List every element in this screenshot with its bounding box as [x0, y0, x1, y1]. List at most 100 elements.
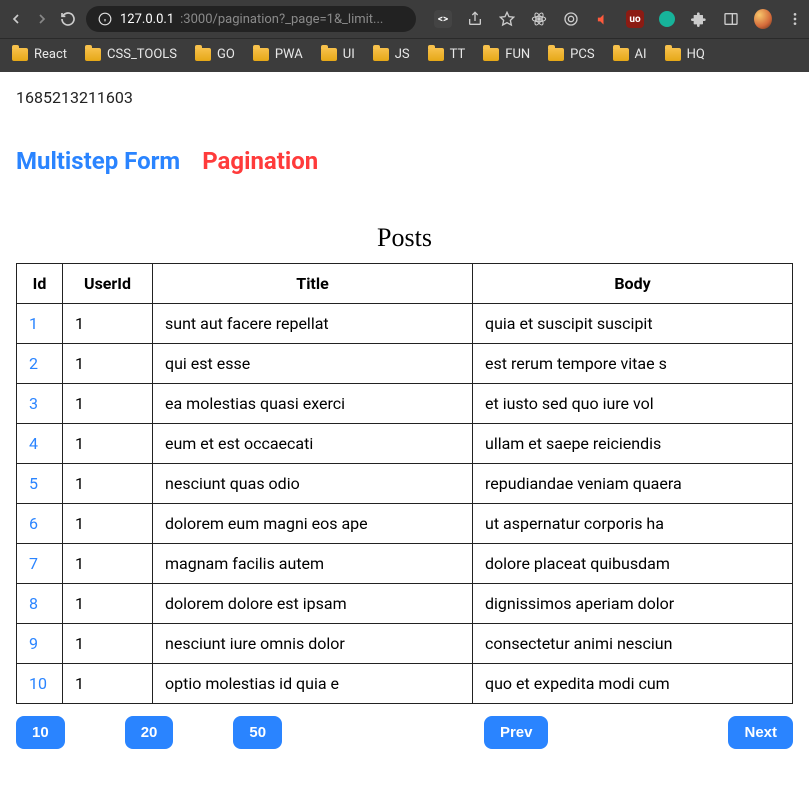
- cell-userid: 1: [63, 384, 153, 424]
- bookmark-item[interactable]: AI: [613, 47, 647, 62]
- posts-table: Id UserId Title Body 11sunt aut facere r…: [16, 263, 793, 704]
- teal-ext-icon[interactable]: [658, 10, 676, 28]
- cell-title: sunt aut facere repellat: [153, 304, 473, 344]
- cell-title: magnam facilis autem: [153, 544, 473, 584]
- next-button[interactable]: Next: [728, 716, 793, 749]
- folder-icon: [373, 48, 389, 61]
- cell-id: 8: [17, 584, 63, 624]
- cell-title: qui est esse: [153, 344, 473, 384]
- table-row: 11sunt aut facere repellatquia et suscip…: [17, 304, 793, 344]
- bookmark-label: React: [34, 47, 67, 62]
- react-devtools-icon[interactable]: [530, 10, 548, 28]
- cell-userid: 1: [63, 424, 153, 464]
- cell-body: ut aspernatur corporis ha: [473, 504, 793, 544]
- cell-body: quo et expedita modi cum: [473, 664, 793, 704]
- cell-id: 6: [17, 504, 63, 544]
- nav-pagination-link[interactable]: Pagination: [202, 147, 318, 175]
- bookmark-item[interactable]: CSS_TOOLS: [85, 47, 177, 62]
- bookmark-label: PWA: [275, 47, 303, 62]
- cell-title: ea molestias quasi exerci: [153, 384, 473, 424]
- profile-avatar[interactable]: [754, 10, 772, 28]
- folder-icon: [428, 48, 444, 61]
- table-row: 31ea molestias quasi exerciet iusto sed …: [17, 384, 793, 424]
- table-row: 81dolorem dolore est ipsamdignissimos ap…: [17, 584, 793, 624]
- page-content: 1685213211603 Multistep Form Pagination …: [0, 72, 809, 765]
- reload-icon[interactable]: [60, 10, 76, 28]
- devtools-icon[interactable]: <>: [434, 10, 452, 28]
- address-bar[interactable]: 127.0.0.1:3000/pagination?_page=1&_limit…: [86, 6, 416, 32]
- pagination-controls: 10 20 50 Prev Next: [16, 716, 793, 749]
- cell-id: 9: [17, 624, 63, 664]
- col-body: Body: [473, 264, 793, 304]
- toolbar-actions: <> uo: [434, 10, 804, 28]
- folder-icon: [665, 48, 681, 61]
- share-icon[interactable]: [466, 10, 484, 28]
- prev-button[interactable]: Prev: [484, 716, 549, 749]
- bookmark-label: TT: [450, 47, 466, 62]
- folder-icon: [195, 48, 211, 61]
- table-row: 41eum et est occaecatiullam et saepe rei…: [17, 424, 793, 464]
- folder-icon: [483, 48, 499, 61]
- bookmark-item[interactable]: JS: [373, 47, 410, 62]
- cell-title: eum et est occaecati: [153, 424, 473, 464]
- table-row: 91nesciunt iure omnis dolorconsectetur a…: [17, 624, 793, 664]
- cell-id: 5: [17, 464, 63, 504]
- cell-userid: 1: [63, 664, 153, 704]
- bookmark-item[interactable]: PWA: [253, 47, 303, 62]
- limit-10-button[interactable]: 10: [16, 716, 65, 749]
- cell-id: 10: [17, 664, 63, 704]
- cell-body: est rerum tempore vitae s: [473, 344, 793, 384]
- bookmark-label: HQ: [687, 47, 705, 62]
- cell-title: nesciunt quas odio: [153, 464, 473, 504]
- circle-ext-icon[interactable]: [562, 10, 580, 28]
- cell-body: quia et suscipit suscipit: [473, 304, 793, 344]
- sound-ext-icon[interactable]: [594, 10, 612, 28]
- bookmarks-bar: React CSS_TOOLS GO PWA UI JS TT FUN PCS …: [0, 38, 809, 72]
- back-icon[interactable]: [8, 10, 24, 28]
- limit-20-button[interactable]: 20: [125, 716, 174, 749]
- cell-id: 1: [17, 304, 63, 344]
- bookmark-item[interactable]: GO: [195, 47, 235, 62]
- col-title: Title: [153, 264, 473, 304]
- url-path: :3000/pagination?_page=1&_limit...: [180, 12, 383, 27]
- info-icon: [96, 10, 114, 28]
- bookmark-item[interactable]: HQ: [665, 47, 705, 62]
- star-icon[interactable]: [498, 10, 516, 28]
- page-nav: Multistep Form Pagination: [16, 147, 793, 175]
- nav-multistep-link[interactable]: Multistep Form: [16, 147, 180, 175]
- table-header-row: Id UserId Title Body: [17, 264, 793, 304]
- ublock-icon[interactable]: uo: [626, 10, 644, 28]
- cell-title: dolorem dolore est ipsam: [153, 584, 473, 624]
- cell-body: dignissimos aperiam dolor: [473, 584, 793, 624]
- col-id: Id: [17, 264, 63, 304]
- cell-userid: 1: [63, 344, 153, 384]
- cell-id: 3: [17, 384, 63, 424]
- table-title: Posts: [16, 223, 793, 253]
- bookmark-label: UI: [343, 47, 355, 62]
- timestamp-text: 1685213211603: [16, 88, 793, 107]
- bookmark-item[interactable]: TT: [428, 47, 466, 62]
- menu-icon[interactable]: [786, 10, 804, 28]
- bookmark-label: CSS_TOOLS: [107, 47, 177, 62]
- forward-icon[interactable]: [34, 10, 50, 28]
- bookmark-item[interactable]: React: [12, 47, 67, 62]
- bookmark-item[interactable]: FUN: [483, 47, 530, 62]
- folder-icon: [548, 48, 564, 61]
- extensions-icon[interactable]: [690, 10, 708, 28]
- folder-icon: [253, 48, 269, 61]
- table-row: 51nesciunt quas odiorepudiandae veniam q…: [17, 464, 793, 504]
- cell-userid: 1: [63, 464, 153, 504]
- limit-50-button[interactable]: 50: [233, 716, 282, 749]
- cell-body: ullam et saepe reiciendis: [473, 424, 793, 464]
- cell-userid: 1: [63, 304, 153, 344]
- bookmark-item[interactable]: PCS: [548, 47, 594, 62]
- bookmark-item[interactable]: UI: [321, 47, 355, 62]
- table-row: 71magnam facilis autemdolore placeat qui…: [17, 544, 793, 584]
- table-row: 61dolorem eum magni eos apeut aspernatur…: [17, 504, 793, 544]
- browser-toolbar: 127.0.0.1:3000/pagination?_page=1&_limit…: [0, 0, 809, 38]
- panel-icon[interactable]: [722, 10, 740, 28]
- browser-chrome: 127.0.0.1:3000/pagination?_page=1&_limit…: [0, 0, 809, 72]
- table-row: 21qui est esseest rerum tempore vitae s: [17, 344, 793, 384]
- folder-icon: [85, 48, 101, 61]
- bookmark-label: JS: [395, 47, 410, 62]
